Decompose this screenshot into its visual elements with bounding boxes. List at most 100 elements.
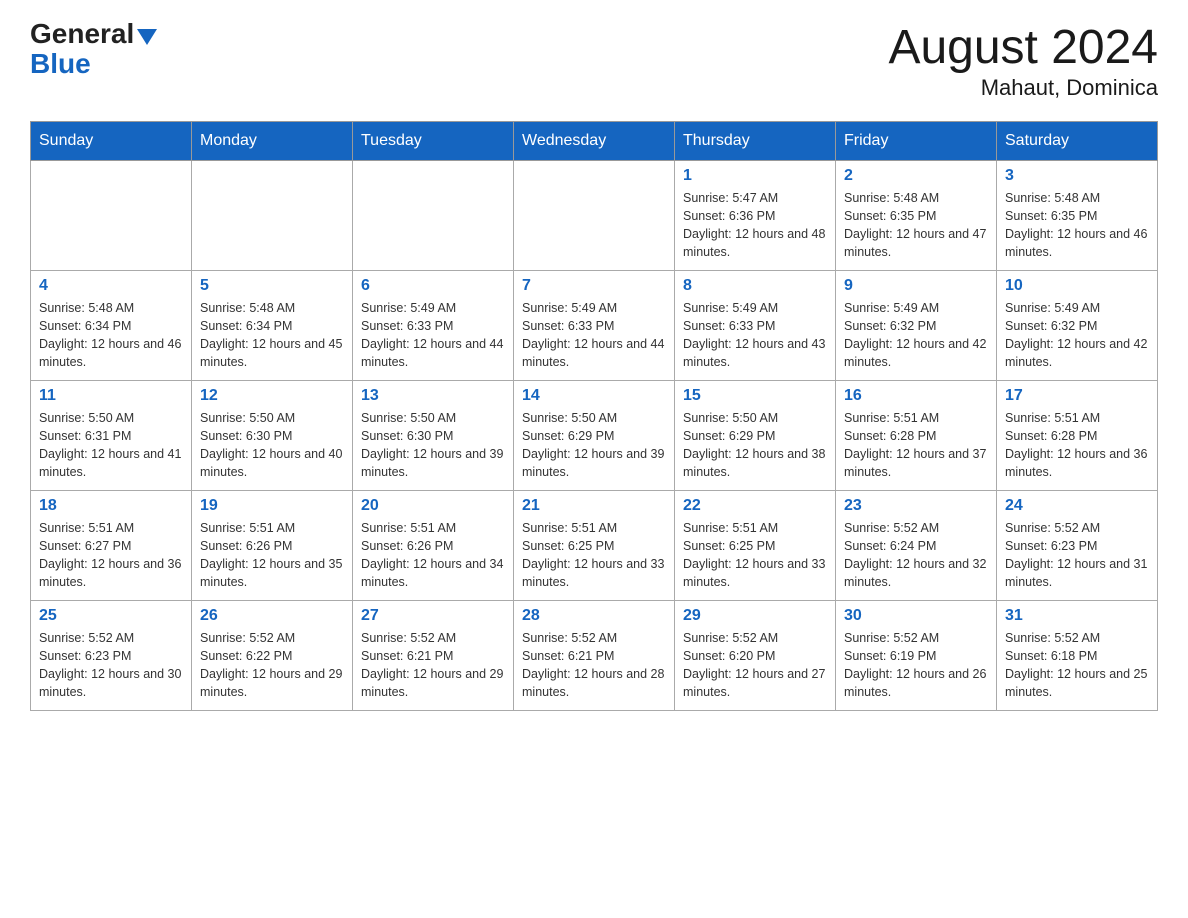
day-info: Sunrise: 5:51 AM Sunset: 6:26 PM Dayligh… [200, 519, 344, 592]
day-info: Sunrise: 5:49 AM Sunset: 6:32 PM Dayligh… [844, 299, 988, 372]
calendar-cell: 31 Sunrise: 5:52 AM Sunset: 6:18 PM Dayli… [997, 601, 1158, 711]
day-number: 30 [844, 607, 988, 625]
day-number: 4 [39, 277, 183, 295]
day-info: Sunrise: 5:52 AM Sunset: 6:24 PM Dayligh… [844, 519, 988, 592]
day-number: 20 [361, 497, 505, 515]
logo-blue-text: Blue [30, 48, 91, 80]
day-number: 18 [39, 497, 183, 515]
calendar-cell: 30 Sunrise: 5:52 AM Sunset: 6:19 PM Dayli… [836, 601, 997, 711]
day-number: 25 [39, 607, 183, 625]
calendar-cell: 26Sunrise: 5:52 AM Sunset: 6:22 PM Dayli… [192, 601, 353, 711]
day-number: 16 [844, 387, 988, 405]
day-info: Sunrise: 5:52 AM Sunset: 6:18 PM Dayligh… [1005, 629, 1149, 702]
day-info: Sunrise: 5:50 AM Sunset: 6:30 PM Dayligh… [200, 409, 344, 482]
day-info: Sunrise: 5:52 AM Sunset: 6:19 PM Dayligh… [844, 629, 988, 702]
day-info: Sunrise: 5:49 AM Sunset: 6:33 PM Dayligh… [683, 299, 827, 372]
calendar-cell: 5Sunrise: 5:48 AM Sunset: 6:34 PM Daylig… [192, 271, 353, 381]
calendar-cell: 10 Sunrise: 5:49 AM Sunset: 6:32 PM Dayli… [997, 271, 1158, 381]
day-number: 2 [844, 167, 988, 185]
calendar-cell: 13 Sunrise: 5:50 AM Sunset: 6:30 PM Dayli… [353, 381, 514, 491]
day-number: 7 [522, 277, 666, 295]
calendar-cell [514, 161, 675, 271]
day-of-week-header: Sunday [31, 122, 192, 161]
calendar-cell: 27 Sunrise: 5:52 AM Sunset: 6:21 PM Dayli… [353, 601, 514, 711]
day-info: Sunrise: 5:52 AM Sunset: 6:21 PM Dayligh… [522, 629, 666, 702]
day-info: Sunrise: 5:52 AM Sunset: 6:23 PM Dayligh… [39, 629, 183, 702]
day-info: Sunrise: 5:49 AM Sunset: 6:32 PM Dayligh… [1005, 299, 1149, 372]
day-of-week-header: Thursday [675, 122, 836, 161]
day-info: Sunrise: 5:52 AM Sunset: 6:20 PM Dayligh… [683, 629, 827, 702]
day-number: 13 [361, 387, 505, 405]
calendar-cell [353, 161, 514, 271]
day-number: 23 [844, 497, 988, 515]
day-number: 24 [1005, 497, 1149, 515]
calendar-cell: 4 Sunrise: 5:48 AM Sunset: 6:34 PM Daylig… [31, 271, 192, 381]
day-info: Sunrise: 5:50 AM Sunset: 6:31 PM Dayligh… [39, 409, 183, 482]
calendar-cell [31, 161, 192, 271]
calendar-cell: 8 Sunrise: 5:49 AM Sunset: 6:33 PM Daylig… [675, 271, 836, 381]
calendar-cell: 21 Sunrise: 5:51 AM Sunset: 6:25 PM Dayli… [514, 491, 675, 601]
day-info: Sunrise: 5:49 AM Sunset: 6:33 PM Dayligh… [361, 299, 505, 372]
calendar-cell: 3 Sunrise: 5:48 AM Sunset: 6:35 PM Daylig… [997, 161, 1158, 271]
day-info: Sunrise: 5:48 AM Sunset: 6:34 PM Dayligh… [200, 299, 344, 372]
calendar-cell: 15 Sunrise: 5:50 AM Sunset: 6:29 PM Dayli… [675, 381, 836, 491]
day-number: 9 [844, 277, 988, 295]
page-header: General Blue August 2024 Mahaut, Dominic… [30, 20, 1158, 101]
day-info: Sunrise: 5:50 AM Sunset: 6:30 PM Dayligh… [361, 409, 505, 482]
day-number: 17 [1005, 387, 1149, 405]
day-info: Sunrise: 5:51 AM Sunset: 6:28 PM Dayligh… [1005, 409, 1149, 482]
day-info: Sunrise: 5:51 AM Sunset: 6:28 PM Dayligh… [844, 409, 988, 482]
calendar-week-row: 25 Sunrise: 5:52 AM Sunset: 6:23 PM Dayli… [31, 601, 1158, 711]
day-number: 15 [683, 387, 827, 405]
calendar-week-row: 11Sunrise: 5:50 AM Sunset: 6:31 PM Dayli… [31, 381, 1158, 491]
calendar-cell [192, 161, 353, 271]
calendar-week-row: 18 Sunrise: 5:51 AM Sunset: 6:27 PM Dayli… [31, 491, 1158, 601]
day-number: 27 [361, 607, 505, 625]
calendar-week-row: 4 Sunrise: 5:48 AM Sunset: 6:34 PM Daylig… [31, 271, 1158, 381]
calendar-cell: 19 Sunrise: 5:51 AM Sunset: 6:26 PM Dayli… [192, 491, 353, 601]
calendar-cell: 6 Sunrise: 5:49 AM Sunset: 6:33 PM Daylig… [353, 271, 514, 381]
day-info: Sunrise: 5:50 AM Sunset: 6:29 PM Dayligh… [522, 409, 666, 482]
day-number: 28 [522, 607, 666, 625]
day-number: 14 [522, 387, 666, 405]
day-of-week-header: Saturday [997, 122, 1158, 161]
day-number: 21 [522, 497, 666, 515]
logo-triangle-icon [137, 29, 157, 45]
day-number: 19 [200, 497, 344, 515]
calendar-cell: 9 Sunrise: 5:49 AM Sunset: 6:32 PM Daylig… [836, 271, 997, 381]
calendar-cell: 16 Sunrise: 5:51 AM Sunset: 6:28 PM Dayli… [836, 381, 997, 491]
day-info: Sunrise: 5:51 AM Sunset: 6:26 PM Dayligh… [361, 519, 505, 592]
day-info: Sunrise: 5:49 AM Sunset: 6:33 PM Dayligh… [522, 299, 666, 372]
logo-general-text: General [30, 20, 134, 48]
day-number: 6 [361, 277, 505, 295]
calendar-cell: 23 Sunrise: 5:52 AM Sunset: 6:24 PM Dayli… [836, 491, 997, 601]
calendar-cell: 1Sunrise: 5:47 AM Sunset: 6:36 PM Daylig… [675, 161, 836, 271]
day-info: Sunrise: 5:52 AM Sunset: 6:23 PM Dayligh… [1005, 519, 1149, 592]
subtitle: Mahaut, Dominica [888, 75, 1158, 101]
logo: General Blue [30, 20, 157, 80]
day-info: Sunrise: 5:52 AM Sunset: 6:21 PM Dayligh… [361, 629, 505, 702]
calendar-cell: 20 Sunrise: 5:51 AM Sunset: 6:26 PM Dayli… [353, 491, 514, 601]
day-info: Sunrise: 5:52 AM Sunset: 6:22 PM Dayligh… [200, 629, 344, 702]
day-number: 29 [683, 607, 827, 625]
calendar-cell: 12 Sunrise: 5:50 AM Sunset: 6:30 PM Dayli… [192, 381, 353, 491]
day-info: Sunrise: 5:51 AM Sunset: 6:25 PM Dayligh… [522, 519, 666, 592]
day-number: 3 [1005, 167, 1149, 185]
calendar-cell: 14 Sunrise: 5:50 AM Sunset: 6:29 PM Dayli… [514, 381, 675, 491]
day-number: 31 [1005, 607, 1149, 625]
calendar-header-row: SundayMondayTuesdayWednesdayThursdayFrid… [31, 122, 1158, 161]
day-number: 12 [200, 387, 344, 405]
day-info: Sunrise: 5:48 AM Sunset: 6:34 PM Dayligh… [39, 299, 183, 372]
calendar-cell: 24 Sunrise: 5:52 AM Sunset: 6:23 PM Dayli… [997, 491, 1158, 601]
calendar-table: SundayMondayTuesdayWednesdayThursdayFrid… [30, 121, 1158, 711]
day-info: Sunrise: 5:48 AM Sunset: 6:35 PM Dayligh… [1005, 189, 1149, 262]
calendar-cell: 7 Sunrise: 5:49 AM Sunset: 6:33 PM Daylig… [514, 271, 675, 381]
calendar-cell: 17 Sunrise: 5:51 AM Sunset: 6:28 PM Dayli… [997, 381, 1158, 491]
title-area: August 2024 Mahaut, Dominica [888, 20, 1158, 101]
day-number: 10 [1005, 277, 1149, 295]
day-info: Sunrise: 5:48 AM Sunset: 6:35 PM Dayligh… [844, 189, 988, 262]
day-of-week-header: Monday [192, 122, 353, 161]
day-info: Sunrise: 5:50 AM Sunset: 6:29 PM Dayligh… [683, 409, 827, 482]
day-info: Sunrise: 5:51 AM Sunset: 6:27 PM Dayligh… [39, 519, 183, 592]
day-number: 8 [683, 277, 827, 295]
